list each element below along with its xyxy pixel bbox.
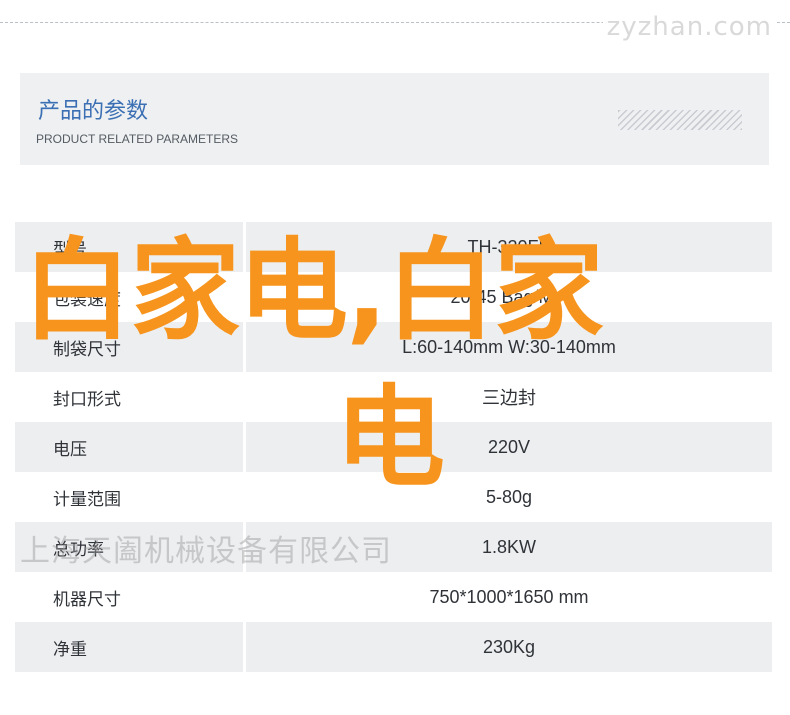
table-row: 净重 230Kg: [15, 622, 772, 672]
param-value: 三边封: [482, 388, 536, 408]
param-value: 5-80g: [485, 486, 533, 507]
section-header: 产品的参数 PRODUCT RELATED PARAMETERS: [20, 73, 769, 165]
param-label: 封口形式: [53, 389, 121, 410]
param-value: 230Kg: [482, 636, 536, 657]
param-value: 750*1000*1650 mm: [429, 586, 589, 607]
param-label: 净重: [53, 639, 87, 660]
site-watermark: zyzhan.com: [602, 12, 776, 42]
param-label: 电压: [53, 439, 87, 460]
table-row: 机器尺寸 750*1000*1650 mm: [15, 572, 772, 622]
section-subtitle: PRODUCT RELATED PARAMETERS: [36, 132, 239, 146]
company-watermark: 上海天阖机械设备有限公司: [20, 534, 392, 569]
param-value: 220V: [487, 436, 531, 457]
param-label: 机器尺寸: [53, 589, 121, 610]
overlay-text-line1: 白家电,白家: [22, 227, 604, 355]
section-title: 产品的参数: [38, 99, 149, 124]
param-label: 计量范围: [53, 489, 121, 510]
overlay-text-line2: 电: [335, 374, 445, 502]
decorative-stripes: [618, 110, 742, 130]
